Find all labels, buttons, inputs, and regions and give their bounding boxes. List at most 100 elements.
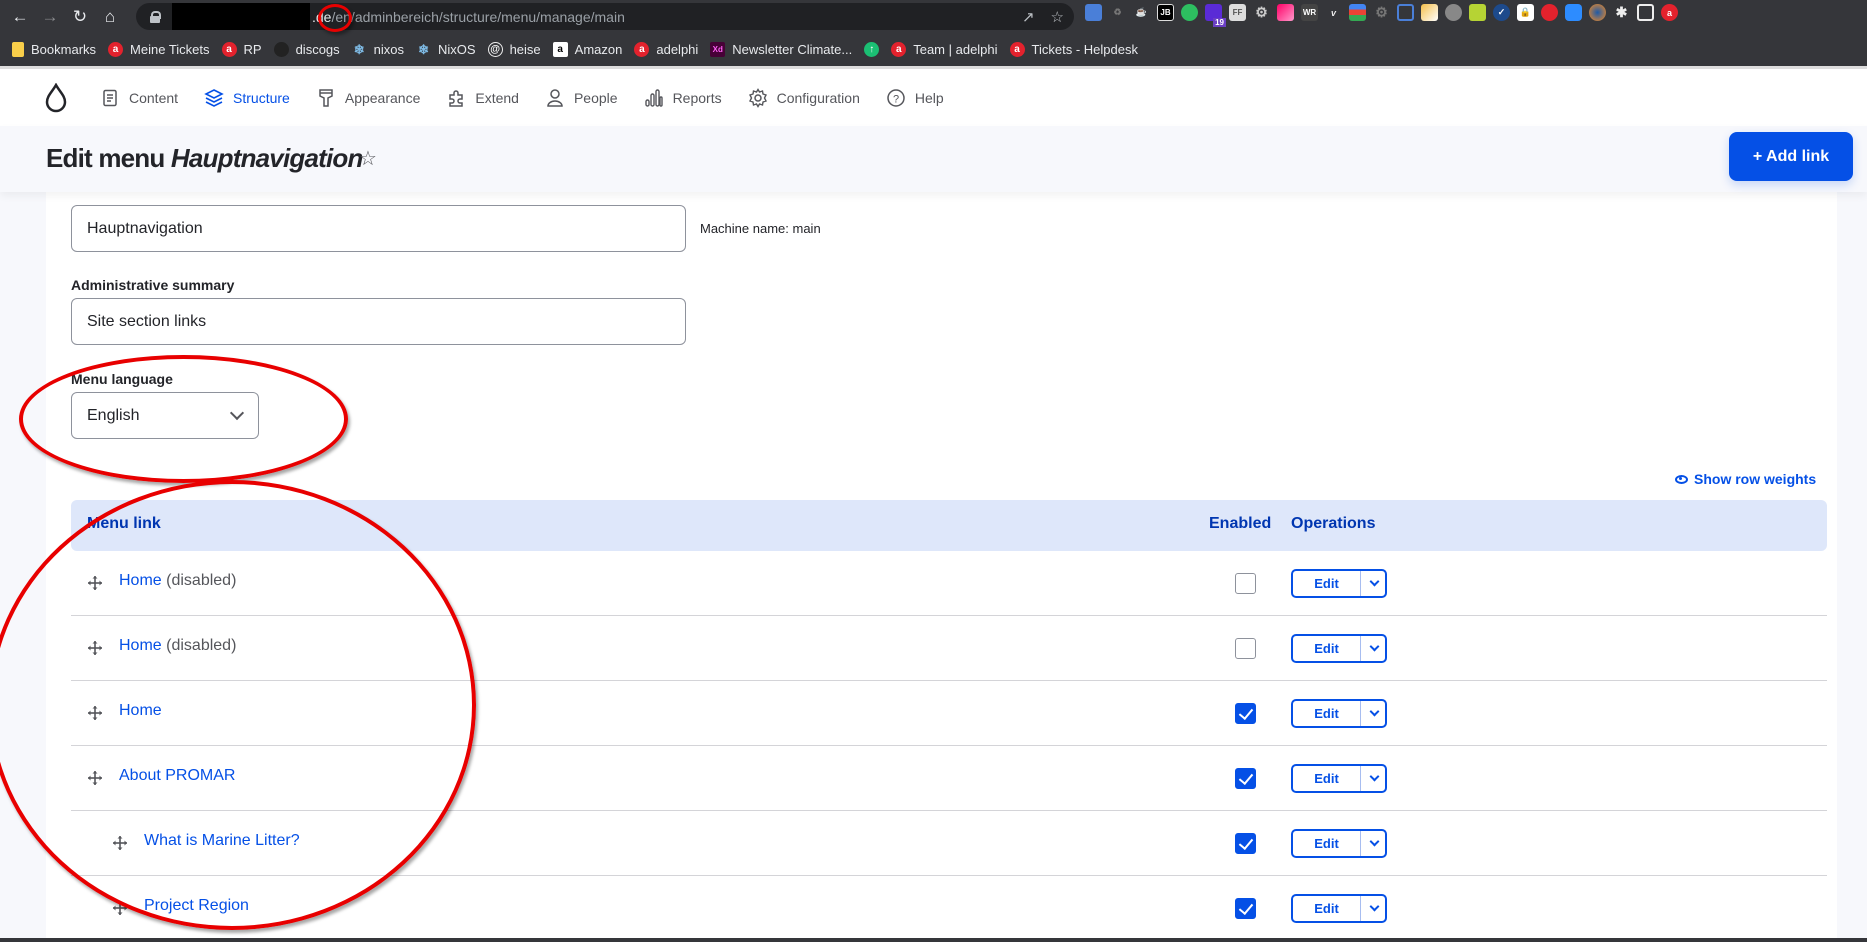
toolbar-item-structure[interactable]: Structure bbox=[204, 88, 290, 108]
red-extension-icon[interactable] bbox=[1541, 4, 1558, 21]
add-link-button[interactable]: + Add link bbox=[1729, 132, 1853, 181]
bookmark-item[interactable]: a Team | adelphi bbox=[891, 42, 998, 57]
chevron-down-icon[interactable] bbox=[1361, 831, 1385, 856]
jb-extension-icon[interactable]: JB bbox=[1157, 4, 1174, 21]
menu-link[interactable]: Home bbox=[119, 637, 162, 654]
disabled-suffix: (disabled) bbox=[161, 637, 237, 654]
edit-button[interactable]: Edit bbox=[1293, 896, 1361, 921]
drag-handle-icon[interactable] bbox=[87, 770, 103, 786]
edit-button[interactable]: Edit bbox=[1293, 636, 1361, 661]
chevron-down-icon[interactable] bbox=[1361, 896, 1385, 921]
share-icon[interactable]: ↗ bbox=[1022, 8, 1035, 26]
drag-handle-icon[interactable] bbox=[112, 900, 128, 916]
green-extension-icon[interactable] bbox=[1469, 4, 1486, 21]
firefox-extension-icon[interactable] bbox=[1589, 4, 1606, 21]
enabled-checkbox[interactable] bbox=[1235, 833, 1256, 854]
table-row: What is Marine Litter? Edit bbox=[71, 811, 1827, 876]
chevron-down-icon[interactable] bbox=[1361, 701, 1385, 726]
google-extension-icon[interactable] bbox=[1349, 4, 1366, 21]
summary-input[interactable]: Site section links bbox=[71, 298, 686, 345]
toolbar-item-appearance[interactable]: Appearance bbox=[316, 88, 420, 108]
menu-link[interactable]: What is Marine Litter? bbox=[144, 832, 300, 849]
toolbar-item-configuration[interactable]: Configuration bbox=[748, 87, 860, 108]
forward-button[interactable]: → bbox=[36, 3, 64, 31]
edit-button[interactable]: Edit bbox=[1293, 571, 1361, 596]
reports-icon bbox=[644, 88, 664, 108]
bookmark-item[interactable]: ❄ NixOS bbox=[416, 42, 476, 58]
toolbar-item-label: Content bbox=[129, 89, 179, 106]
gear-extension-icon[interactable]: ⚙ bbox=[1253, 4, 1270, 21]
bookmark-item[interactable]: @ heise bbox=[487, 42, 541, 57]
drupal-logo-icon[interactable] bbox=[42, 82, 70, 113]
drupal-extension-icon[interactable] bbox=[1445, 4, 1462, 21]
bookmark-item[interactable]: a Meine Tickets bbox=[108, 42, 210, 57]
profile-avatar[interactable]: a bbox=[1661, 4, 1678, 21]
back-button[interactable]: ← bbox=[6, 3, 34, 31]
reload-button[interactable]: ↻ bbox=[66, 3, 94, 31]
edit-button[interactable]: Edit bbox=[1293, 831, 1361, 856]
bookmark-item[interactable]: a RP bbox=[221, 42, 262, 57]
v-extension-icon[interactable]: v bbox=[1325, 4, 1342, 21]
bookmark-item[interactable]: Xd Newsletter Climate... bbox=[710, 42, 852, 57]
evernote-extension-icon[interactable] bbox=[1181, 4, 1198, 21]
pink-extension-icon[interactable] bbox=[1277, 4, 1294, 21]
edit-button[interactable]: Edit bbox=[1293, 701, 1361, 726]
drag-handle-icon[interactable] bbox=[87, 705, 103, 721]
drag-handle-icon[interactable] bbox=[87, 640, 103, 656]
check-extension-icon[interactable]: ✓ bbox=[1493, 4, 1510, 21]
bookmark-label: RP bbox=[243, 42, 262, 57]
menu-link[interactable]: Home bbox=[119, 572, 162, 589]
puzzle-icon[interactable]: ✱ bbox=[1613, 4, 1630, 21]
enabled-checkbox[interactable] bbox=[1235, 573, 1256, 594]
drag-handle-icon[interactable] bbox=[112, 835, 128, 851]
lock-extension-icon[interactable]: 🔒 bbox=[1517, 4, 1534, 21]
toolbar-item-content[interactable]: Content bbox=[100, 88, 178, 108]
bookmark-item[interactable]: Bookmarks bbox=[12, 42, 96, 57]
basket-extension-icon[interactable]: ☕ bbox=[1133, 4, 1150, 21]
chevron-down-icon[interactable] bbox=[1361, 636, 1385, 661]
ff-extension-icon[interactable]: FF bbox=[1229, 4, 1246, 21]
bookmark-item[interactable]: a Tickets - Helpdesk bbox=[1009, 42, 1138, 57]
toolbar-item-help[interactable]: ? Help bbox=[886, 88, 944, 108]
bookmark-item[interactable]: a Amazon bbox=[552, 42, 622, 57]
bookmark-item[interactable]: ↑ bbox=[864, 42, 880, 57]
edit-button[interactable]: Edit bbox=[1293, 766, 1361, 791]
bookmark-item[interactable]: ❄ nixos bbox=[352, 42, 404, 58]
disabled-suffix: (disabled) bbox=[161, 572, 237, 589]
lock-icon bbox=[150, 10, 161, 23]
title-input[interactable]: Hauptnavigation bbox=[71, 205, 686, 252]
chevron-down-icon[interactable] bbox=[1361, 571, 1385, 596]
header-operations: Operations bbox=[1291, 515, 1376, 532]
shortcut-star-icon[interactable]: ☆ bbox=[359, 146, 377, 171]
menu-language-select[interactable]: English bbox=[71, 392, 259, 439]
chevron-down-icon[interactable] bbox=[1361, 766, 1385, 791]
address-bar[interactable]: .de/en/adminbereich/structure/menu/manag… bbox=[136, 3, 1074, 30]
toolbar-item-extend[interactable]: Extend bbox=[446, 88, 519, 108]
enabled-checkbox[interactable] bbox=[1235, 638, 1256, 659]
page-title: Edit menu Hauptnavigation bbox=[46, 143, 363, 173]
enabled-checkbox[interactable] bbox=[1235, 898, 1256, 919]
toolbar-item-reports[interactable]: Reports bbox=[644, 88, 722, 108]
note-extension-icon[interactable] bbox=[1421, 4, 1438, 21]
bookmark-item[interactable]: a adelphi bbox=[634, 42, 698, 57]
redacted-host bbox=[172, 3, 310, 30]
zoom-extension-icon[interactable] bbox=[1565, 4, 1582, 21]
home-button[interactable]: ⌂ bbox=[96, 3, 124, 31]
extension-icon[interactable] bbox=[1085, 4, 1102, 21]
bookmark-item[interactable]: discogs bbox=[273, 42, 340, 57]
menu-link[interactable]: Project Region bbox=[144, 897, 249, 914]
drag-handle-icon[interactable] bbox=[87, 575, 103, 591]
sidepanel-icon[interactable] bbox=[1637, 4, 1654, 21]
settings-extension-icon[interactable]: ⚙ bbox=[1373, 4, 1390, 21]
bookmark-star-icon[interactable]: ☆ bbox=[1051, 8, 1064, 26]
menu-link[interactable]: Home bbox=[119, 702, 162, 719]
badge-extension-icon[interactable]: 19 bbox=[1205, 4, 1226, 27]
frame-extension-icon[interactable] bbox=[1397, 4, 1414, 21]
enabled-checkbox[interactable] bbox=[1235, 703, 1256, 724]
toolbar-item-people[interactable]: People bbox=[545, 88, 618, 108]
wr-extension-icon[interactable]: WR bbox=[1301, 4, 1318, 21]
menu-link[interactable]: About PROMAR bbox=[119, 767, 235, 784]
enabled-checkbox[interactable] bbox=[1235, 768, 1256, 789]
recycle-extension-icon[interactable]: ♻ bbox=[1109, 4, 1126, 21]
show-row-weights-button[interactable]: Show row weights bbox=[1675, 471, 1816, 487]
